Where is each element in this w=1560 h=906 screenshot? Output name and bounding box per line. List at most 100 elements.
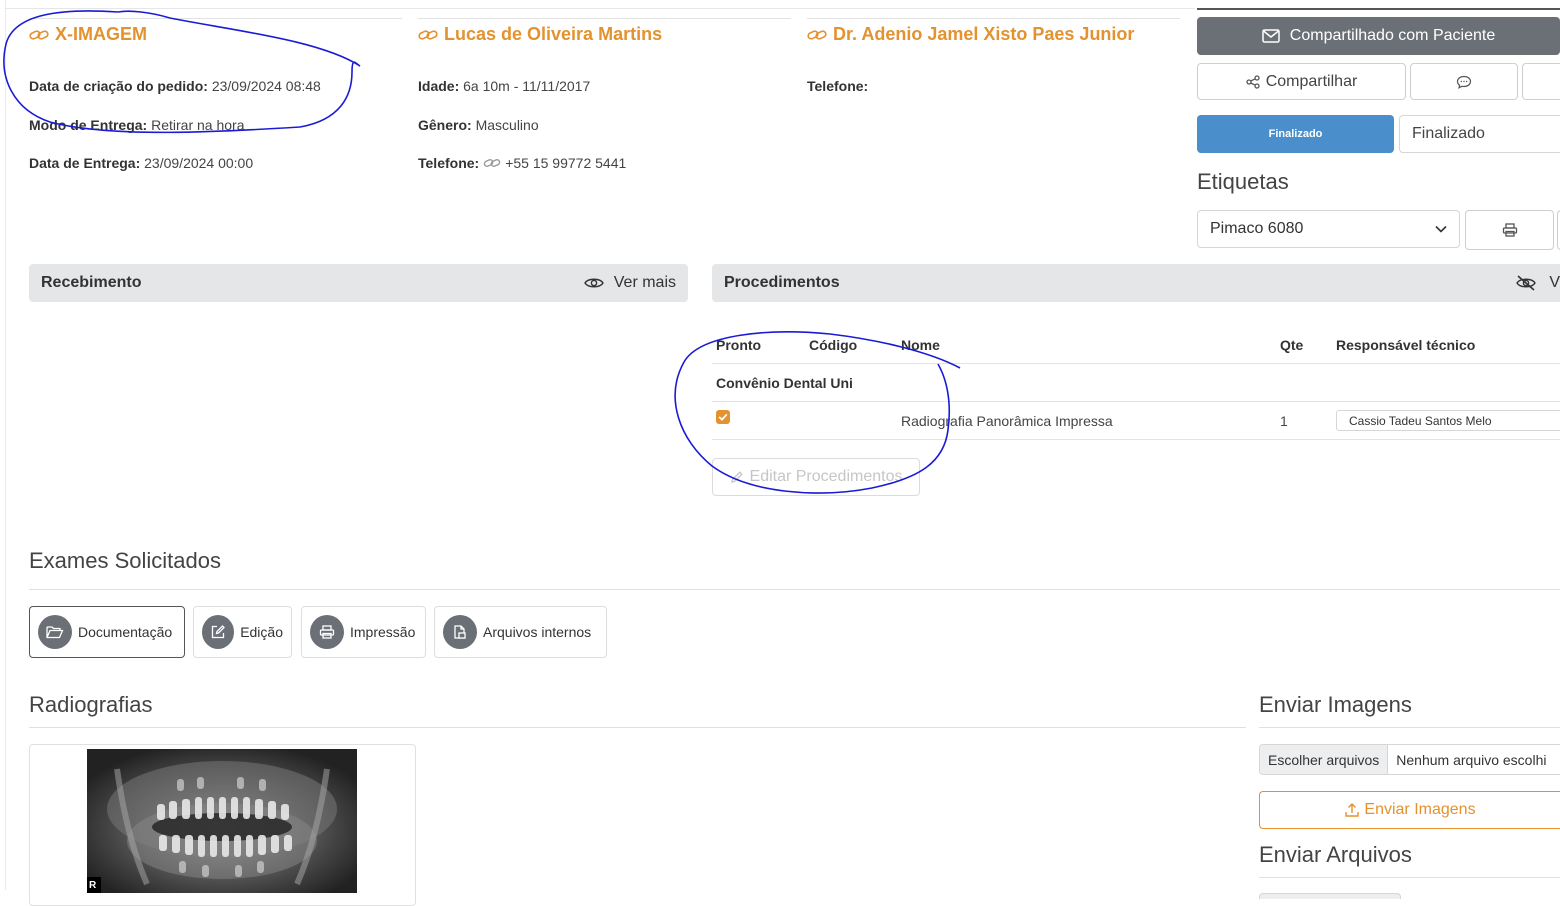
left-border [5,0,6,890]
table-header-divider [712,363,1560,364]
radiographs-title: Radiografias [29,692,153,717]
procedures-panel-header: Procedimentos V [712,264,1560,302]
tab-internal-files-label: Arquivos internos [483,624,592,640]
patient-name: Lucas de Oliveira Martins [444,24,663,44]
share-button[interactable]: Compartilhar [1197,63,1406,100]
phone-value: +55 15 99772 5441 [505,155,627,171]
status-badge[interactable]: Finalizado [1197,115,1394,153]
file-copy-icon [443,615,477,649]
share-label: Compartilhar [1265,72,1358,90]
tab-printing[interactable]: Impressão [301,606,426,658]
edit-square-icon [202,615,235,649]
check-icon [718,413,728,421]
group-row-divider [712,401,1560,402]
status-select[interactable]: Finalizado [1399,115,1560,153]
upload-images-title: Enviar Imagens [1259,692,1412,717]
more-actions-button[interactable] [1522,63,1560,100]
gender-label: Gênero: [418,117,472,133]
tab-editing[interactable]: Edição [193,606,292,658]
delivery-mode-label: Modo de Entrega: [29,117,148,133]
tab-editing-label: Edição [240,624,283,640]
envelope-icon [1262,29,1280,43]
row-divider [712,439,1560,440]
comment-button[interactable] [1410,63,1518,100]
delivery-date: Data de Entrega: 23/09/2024 00:00 [29,155,253,171]
send-images-button[interactable]: Enviar Imagens [1259,791,1560,829]
toggle-label: V [1549,274,1560,291]
delivery-date-label: Data de Entrega: [29,155,141,171]
edit-procedures-label: Editar Procedimentos [749,468,903,485]
chat-bubble-icon [1456,75,1472,89]
clinic-name: X-IMAGEM [55,24,147,44]
chevron-down-icon [1435,225,1447,233]
top-divider [5,8,1195,9]
doctor-title[interactable]: Dr. Adenio Jamel Xisto Paes Junior [807,24,1134,45]
share-icon [1246,74,1260,89]
ready-checkbox[interactable] [716,410,730,424]
folder-open-icon [38,615,72,649]
see-more-label: Ver mais [613,274,676,291]
file-input[interactable]: Escolher arquivos Nenhum arquivo escolhi [1259,744,1560,775]
age-value: 6a 10m - 11/11/2017 [463,78,591,94]
shared-label: Compartilhado com Paciente [1289,27,1496,44]
panoramic-xray-image[interactable]: R [87,749,357,893]
choose-files-button[interactable]: Escolher arquivos [1260,745,1389,774]
phone-label: Telefone: [418,155,480,171]
label-template-value: Pimaco 6080 [1210,220,1304,237]
order-date-value: 23/09/2024 08:48 [211,78,321,94]
labels-title: Etiquetas [1197,169,1289,194]
doctor-column-divider [807,18,1180,19]
patient-gender: Gênero: Masculino [418,117,539,133]
age-label: Idade: [418,78,460,94]
patient-column-divider [418,18,791,19]
gender-value: Masculino [475,117,539,133]
link-icon [807,29,827,40]
tab-printing-label: Impressão [350,624,416,640]
procedure-qty: 1 [1280,413,1288,429]
upload-icon [1345,803,1360,817]
tab-internal-files[interactable]: Arquivos internos [434,606,607,658]
col-header-code: Código [809,337,858,353]
procedure-name: Radiografia Panorâmica Impressa [901,413,1113,429]
tab-documentation[interactable]: Documentação [29,606,185,658]
see-more-toggle[interactable]: Ver mais [583,274,676,292]
printer-icon [310,615,344,649]
col-header-name: Nome [901,337,940,353]
shared-with-patient-button[interactable]: Compartilhado com Paciente [1197,17,1560,55]
exams-divider [29,589,1560,590]
link-icon[interactable] [483,157,501,169]
order-date-label: Data de criação do pedido: [29,78,208,94]
delivery-date-value: 23/09/2024 00:00 [144,155,254,171]
delivery-mode: Modo de Entrega: Retirar na hora [29,117,245,133]
files-input-partial[interactable] [1259,893,1401,899]
col-header-ready: Pronto [716,337,762,353]
clinic-title[interactable]: X-IMAGEM [29,24,147,45]
edit-procedures-button[interactable]: Editar Procedimentos [712,458,920,496]
upload-files-divider [1259,877,1560,878]
patient-age: Idade: 6a 10m - 11/11/2017 [418,78,590,94]
clinic-column-divider [29,18,402,19]
responsible-select[interactable]: Cassio Tadeu Santos Melo [1336,410,1560,431]
patient-title[interactable]: Lucas de Oliveira Martins [418,24,662,45]
link-icon [418,29,438,40]
send-images-label: Enviar Imagens [1364,801,1476,818]
order-date: Data de criação do pedido: 23/09/2024 08… [29,78,321,94]
label-template-select[interactable]: Pimaco 6080 [1197,210,1460,248]
patient-phone: Telefone: +55 15 99772 5441 [418,155,626,171]
tab-documentation-label: Documentação [78,624,173,640]
doctor-phone: Telefone: [807,78,868,94]
hide-toggle[interactable]: V [1515,274,1560,292]
eye-slash-icon [1516,275,1537,291]
print-labels-button[interactable] [1465,210,1554,250]
receipt-panel-header: Recebimento Ver mais [29,264,688,302]
printer-icon [1502,223,1517,237]
link-icon [29,29,49,40]
doctor-phone-label: Telefone: [807,78,869,94]
actions-top-rule [1197,8,1560,10]
eye-icon [583,278,604,288]
upload-files-title: Enviar Arquivos [1259,842,1412,867]
receipt-title: Recebimento [41,274,142,291]
group-row: Convênio Dental Uni [716,375,853,391]
responsible-value: Cassio Tadeu Santos Melo [1349,413,1492,428]
doctor-name: Dr. Adenio Jamel Xisto Paes Junior [833,24,1135,44]
